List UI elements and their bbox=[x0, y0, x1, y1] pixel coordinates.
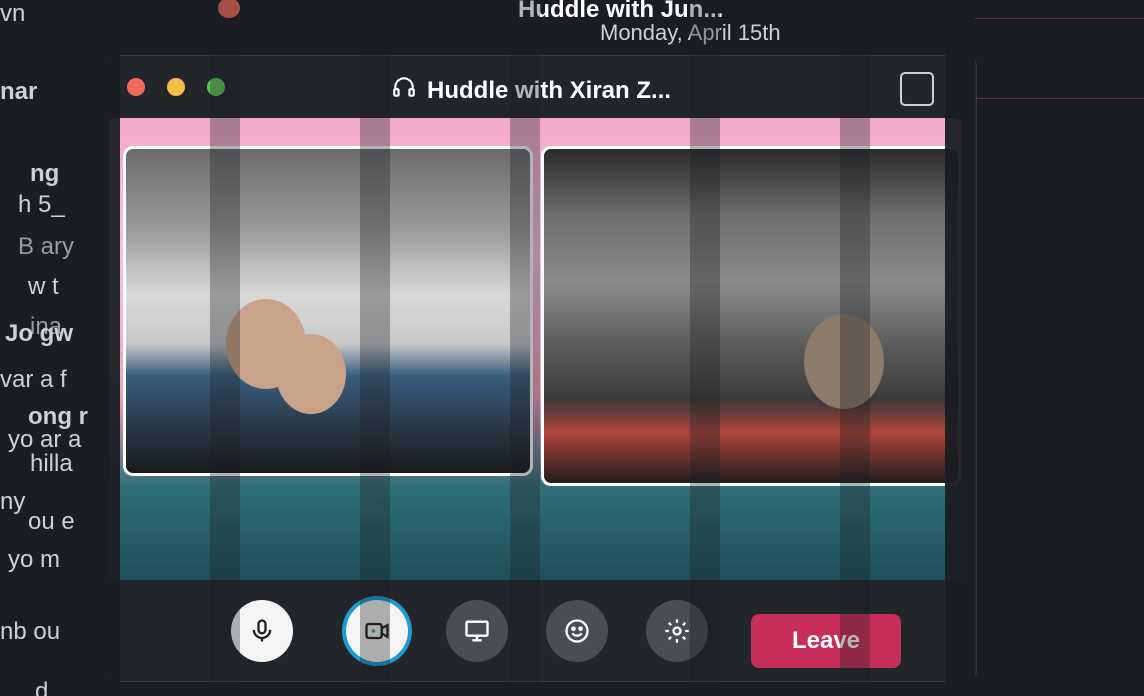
gear-icon bbox=[665, 619, 689, 643]
video-tile-self[interactable] bbox=[123, 146, 533, 476]
sidebar-fragment: yo ar a bbox=[8, 426, 82, 453]
minimize-dot[interactable] bbox=[167, 78, 185, 96]
slack-sidebar-background: vn nar ng h 5_ B ary w t ina Jo gw var a… bbox=[0, 0, 100, 696]
headphones-icon bbox=[391, 74, 417, 107]
microphone-icon bbox=[252, 619, 272, 642]
sidebar-fragment: ny bbox=[0, 488, 26, 515]
emoji-icon bbox=[565, 619, 589, 643]
sidebar-fragment: var a f bbox=[0, 366, 67, 393]
sidebar-fragment: ou e bbox=[28, 508, 75, 535]
sidebar-fragment: hilla bbox=[30, 450, 73, 477]
participant-face bbox=[804, 314, 884, 409]
divider bbox=[975, 98, 1144, 99]
sidebar-fragment: vn bbox=[0, 0, 26, 27]
huddle-title: Huddle with Xiran Z... bbox=[391, 74, 671, 107]
sidebar-fragment: d bbox=[35, 678, 49, 696]
reactions-button[interactable] bbox=[546, 600, 608, 662]
mute-button[interactable] bbox=[231, 600, 293, 662]
huddle-controls: Leave bbox=[101, 584, 976, 680]
settings-button[interactable] bbox=[646, 600, 708, 662]
zoom-dot[interactable] bbox=[207, 78, 225, 96]
huddle-title-text: Huddle with Xiran Z... bbox=[427, 76, 672, 104]
sidebar-fragment: nar bbox=[0, 78, 38, 105]
close-dot[interactable] bbox=[218, 0, 240, 18]
share-screen-button[interactable] bbox=[446, 600, 508, 662]
sidebar-fragment: ng bbox=[30, 160, 60, 187]
leave-button[interactable]: Leave bbox=[751, 614, 901, 668]
sidebar-fragment: nb ou bbox=[0, 618, 61, 645]
video-camera-icon bbox=[365, 622, 389, 640]
sidebar-fragment: yo m bbox=[8, 546, 61, 573]
sidebar-fragment: w t bbox=[28, 273, 59, 300]
ghost-window-top: Huddle with Jun... Monday, April 15th bbox=[90, 0, 975, 45]
camera-button[interactable] bbox=[346, 600, 408, 662]
popout-icon[interactable] bbox=[900, 72, 934, 106]
divider bbox=[975, 18, 1144, 19]
screen-share-icon bbox=[465, 620, 489, 642]
sidebar-fragment: h 5_ bbox=[18, 191, 65, 218]
right-background bbox=[975, 0, 1144, 696]
sidebar-fragment: B ary bbox=[18, 233, 75, 260]
title-bar: Huddle with Xiran Z... bbox=[101, 56, 976, 116]
close-dot[interactable] bbox=[127, 78, 145, 96]
ghost-window-subtitle: Monday, April 15th bbox=[600, 20, 781, 45]
huddle-window: Huddle with Xiran Z... Leave bbox=[100, 55, 977, 682]
participant-face bbox=[276, 334, 346, 414]
sidebar-fragment: Jo gw bbox=[5, 320, 74, 347]
video-stage bbox=[109, 118, 961, 580]
video-tile-remote[interactable] bbox=[541, 146, 961, 486]
